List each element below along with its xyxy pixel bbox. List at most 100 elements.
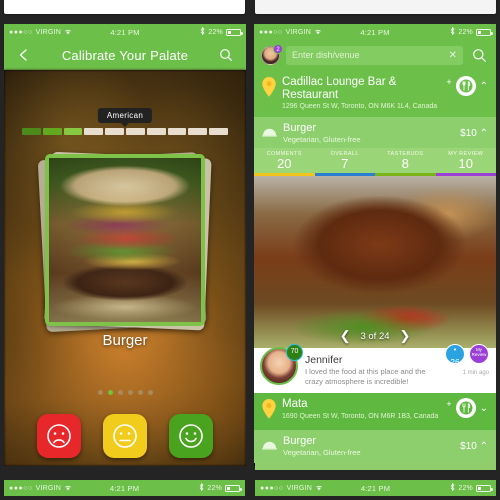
pager-dot[interactable] — [97, 390, 103, 395]
progress-segment — [22, 128, 41, 135]
bluetooth-icon — [200, 26, 205, 37]
chevron-up-icon[interactable]: ⌃ — [480, 441, 488, 452]
status-bar-time: 4:21 PM — [360, 27, 390, 37]
happy-face-button[interactable] — [169, 414, 213, 458]
avatar[interactable]: 70 — [260, 344, 303, 385]
cuisine-tooltip: American — [97, 108, 153, 127]
search-icon[interactable] — [469, 45, 489, 65]
navigation-bar-right: 2 Enter dish/venue ✕ — [254, 40, 496, 70]
pager-dot[interactable] — [137, 390, 143, 395]
progress-segment — [63, 128, 83, 135]
dish-cloche-icon — [262, 437, 277, 455]
carousel-pager[interactable] — [4, 390, 246, 395]
location-pin-icon — [262, 399, 276, 424]
search-icon[interactable] — [216, 45, 236, 65]
pager-dot[interactable] — [117, 390, 123, 395]
signal-dots-icon: ●●●○○ — [260, 484, 284, 492]
battery-icon — [225, 484, 242, 492]
status-bar-time: 4:21 PM — [109, 483, 140, 493]
fork-knife-logo-icon[interactable] — [455, 76, 476, 96]
dish-price-group: $10 ⌃ — [460, 128, 488, 139]
venue-header-mata[interactable]: Mata 1690 Queen St W, Toronto, ON M6R 1B… — [254, 393, 496, 430]
status-bar-left-group: ●●●○○ VIRGIN — [259, 28, 360, 37]
signal-dots-icon: ●●●○○ — [9, 484, 33, 492]
carrier-label: VIRGIN — [35, 484, 61, 492]
chevron-up-icon[interactable]: ⌃ — [480, 128, 488, 139]
review-card[interactable]: 70 Jennifer I loved the food at this pla… — [254, 344, 496, 393]
add-button[interactable]: + — [446, 77, 451, 87]
stat-value: 20 — [277, 156, 292, 171]
palate-progress-bar[interactable] — [22, 128, 228, 135]
progress-segment — [125, 128, 145, 135]
screenshot-stage: ●●●○○ VIRGIN 4:21 PM 22% Calibrate Your … — [0, 0, 500, 500]
progress-segment — [188, 128, 208, 135]
progress-segment — [42, 128, 62, 135]
stat-my-review[interactable]: MY REVIEW 10 — [436, 148, 497, 173]
dish-price: $10 — [460, 440, 477, 452]
stat-overall[interactable]: OVERALL 7 — [315, 148, 376, 173]
peek-screen-bottom-left: ●●●○○ VIRGIN 4:21 PM 22% — [4, 470, 245, 500]
chevron-up-icon[interactable]: ⌃ — [480, 81, 488, 92]
dish-row-burger[interactable]: Burger Vegetarian, Gluten-free $10 ⌃ — [254, 117, 496, 148]
wifi-icon — [315, 484, 323, 493]
neutral-face-button[interactable] — [103, 414, 147, 458]
status-bar-right-group: 22% — [139, 482, 242, 493]
wifi-icon — [314, 28, 322, 37]
dish-tags: Vegetarian, Gluten-free — [283, 135, 361, 144]
dish-card-stack[interactable] — [37, 151, 212, 333]
venue-name: Cadillac Lounge Bar & Restaurant — [282, 76, 397, 101]
venue-header-cadillac[interactable]: Cadillac Lounge Bar & Restaurant 1296 Qu… — [254, 70, 496, 117]
location-pin-icon — [262, 77, 276, 102]
pager-dot-active[interactable] — [107, 390, 113, 395]
carrier-label: VIRGIN — [285, 28, 311, 36]
back-arrow-icon[interactable] — [14, 45, 34, 65]
status-bar-left-group: ●●●○○ VIRGIN — [9, 484, 110, 493]
battery-percent-label: 22% — [207, 484, 222, 492]
avatar[interactable]: 2 — [261, 43, 283, 65]
carousel-controls: ❮ 3 of 24 ❯ — [254, 328, 496, 344]
review-author: Jennifer — [305, 354, 343, 366]
sad-face-button[interactable] — [37, 414, 81, 458]
peek-screens-top — [0, 0, 500, 20]
venue-actions: + ⌄ — [446, 398, 488, 418]
progress-segment — [146, 128, 166, 135]
chevron-down-icon[interactable]: ⌄ — [480, 403, 488, 414]
fork-knife-logo-icon[interactable] — [455, 398, 476, 418]
dish-text-block: Burger Vegetarian, Gluten-free — [283, 435, 454, 457]
add-button[interactable]: + — [446, 399, 451, 409]
dish-card-front[interactable] — [45, 154, 205, 326]
taste-match-score: 70 — [286, 344, 303, 361]
search-placeholder: Enter dish/venue — [292, 50, 360, 60]
my-review-label: My Review — [471, 347, 487, 357]
search-input[interactable]: Enter dish/venue ✕ — [286, 45, 463, 65]
status-bar-peek-left: ●●●○○ VIRGIN 4:21 PM 22% — [4, 480, 245, 496]
notification-badge: 2 — [273, 43, 283, 54]
dish-name: Burger — [283, 435, 317, 447]
likes-badge[interactable]: ♥ 26 — [445, 344, 465, 367]
review-meta: ♥ 26 My Review 10 1 min ago — [445, 344, 489, 376]
stat-value: 10 — [458, 156, 473, 171]
battery-icon — [476, 28, 493, 36]
chevron-right-icon[interactable]: ❯ — [400, 328, 411, 344]
status-bar-left: ●●●○○ VIRGIN 4:21 PM 22% — [4, 24, 246, 40]
bluetooth-icon — [450, 482, 455, 493]
stat-value: 7 — [341, 156, 349, 171]
status-bar-right: ●●●○○ VIRGIN 4:21 PM 22% — [254, 24, 496, 40]
dish-row-burger-2[interactable]: Burger Vegetarian, Gluten-free $10 ⌃ — [254, 430, 496, 463]
my-review-badge[interactable]: My Review 10 — [469, 344, 489, 372]
chevron-left-icon[interactable]: ❮ — [340, 328, 351, 344]
status-bar-right-group: 22% — [140, 26, 243, 37]
status-bar-right-group: 22% — [390, 482, 493, 493]
rating-buttons-row — [4, 414, 246, 458]
bluetooth-icon — [199, 482, 204, 493]
stat-comments[interactable]: COMMENTS 20 — [254, 148, 315, 173]
pager-dot[interactable] — [147, 390, 153, 395]
stat-tastebuds[interactable]: TASTEBUDS 8 — [375, 148, 436, 173]
review-text-block: Jennifer I loved the food at this place … — [305, 354, 438, 386]
peek-screen-top-left — [4, 0, 245, 14]
pager-dot[interactable] — [127, 390, 133, 395]
dish-photo-carousel[interactable]: ❮ 3 of 24 ❯ — [254, 176, 496, 348]
burger-photo — [49, 158, 201, 322]
close-icon[interactable]: ✕ — [449, 50, 457, 61]
heart-icon: ♥ — [453, 347, 457, 352]
